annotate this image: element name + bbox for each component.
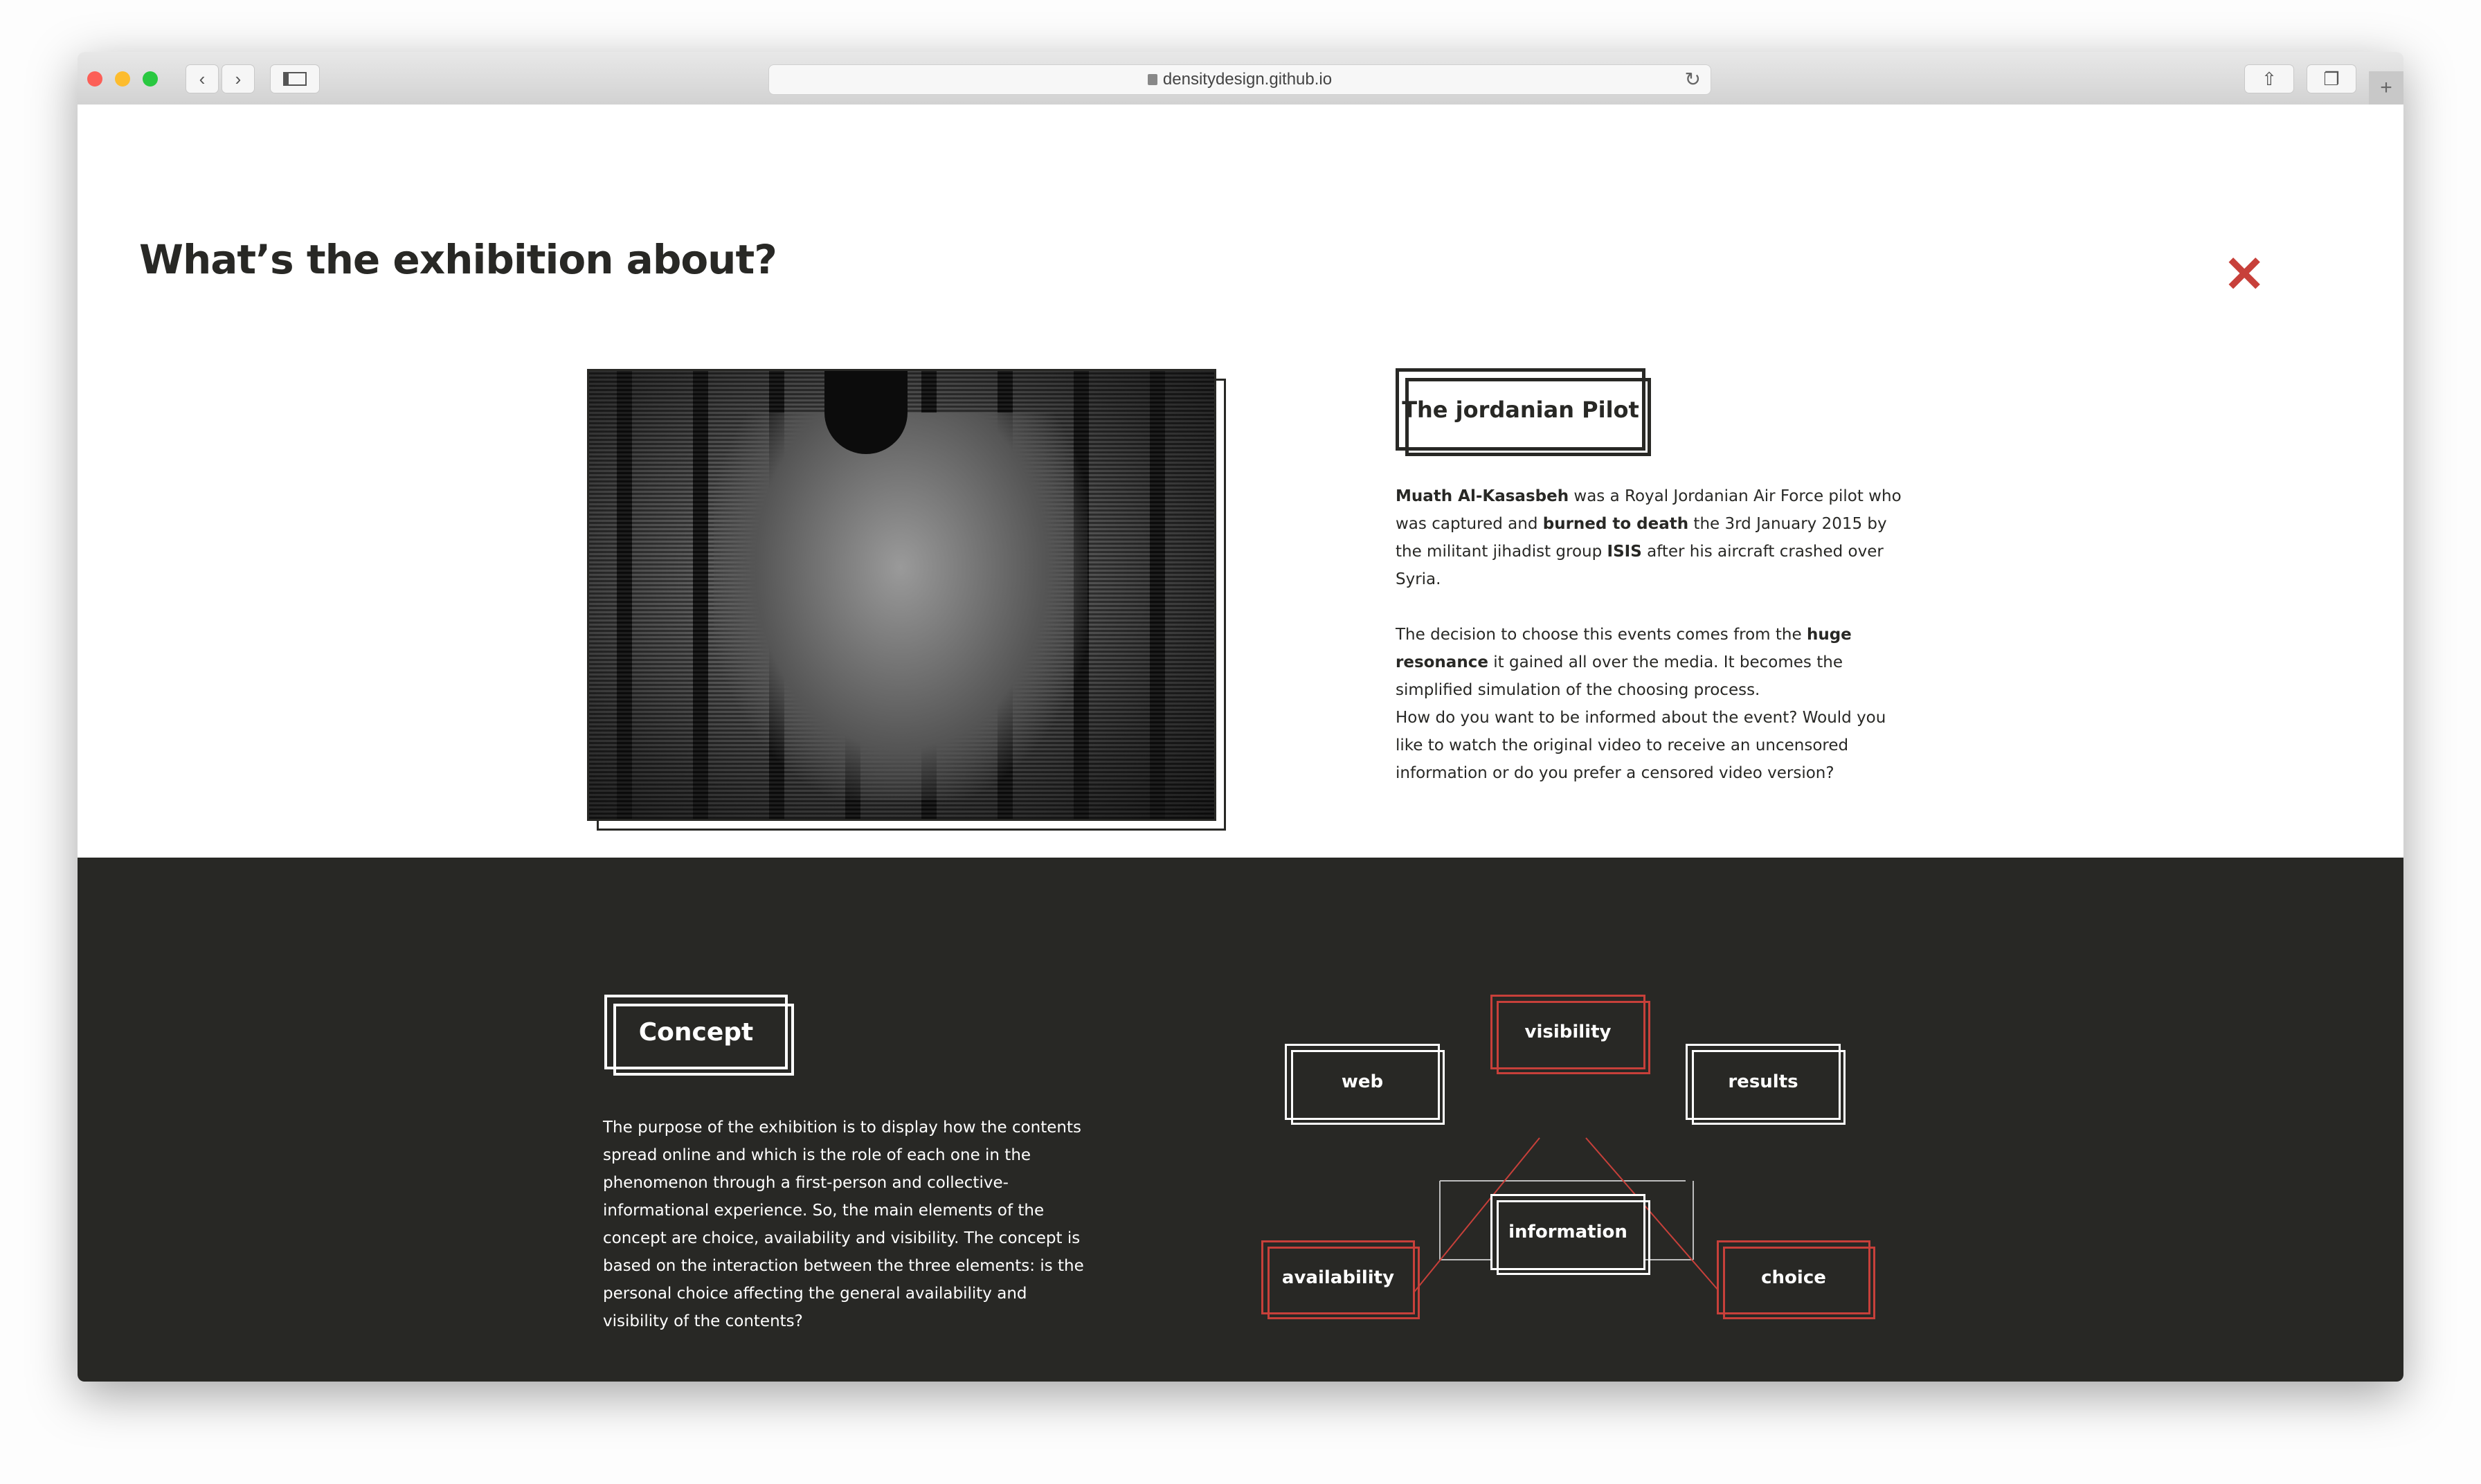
- pilot-heading: The jordanian Pilot: [1402, 396, 1639, 423]
- minimize-window-button[interactable]: [115, 71, 130, 87]
- back-icon: ‹: [199, 68, 206, 89]
- share-icon: ⇧: [2262, 68, 2277, 89]
- node-label: web: [1341, 1071, 1384, 1092]
- lock-icon: [1147, 74, 1157, 85]
- reload-icon[interactable]: ↻: [1685, 68, 1701, 91]
- node-label: visibility: [1524, 1022, 1612, 1042]
- pilot-heading-box: The jordanian Pilot: [1396, 368, 1651, 456]
- close-window-button[interactable]: [87, 71, 102, 87]
- tabs-icon: ❐: [2323, 68, 2340, 89]
- bold-isis: ISIS: [1607, 543, 1642, 561]
- share-button[interactable]: ⇧: [2244, 64, 2294, 93]
- node-results[interactable]: results: [1686, 1044, 1846, 1125]
- node-availability[interactable]: availability: [1261, 1240, 1420, 1319]
- new-tab-button[interactable]: +: [2369, 71, 2403, 105]
- pilot-photo: [587, 369, 1216, 821]
- about-section: What’s the exhibition about? ✕ The jorda…: [78, 105, 2403, 858]
- diagram-links: [1406, 1137, 1729, 1302]
- node-choice[interactable]: choice: [1717, 1240, 1875, 1319]
- sidebar-button[interactable]: [270, 64, 320, 93]
- close-x-icon[interactable]: ✕: [2223, 250, 2265, 300]
- text: The decision to choose this events comes…: [1396, 626, 1807, 644]
- address-bar[interactable]: densitydesign.github.io ↻: [768, 64, 1711, 95]
- node-information[interactable]: information: [1490, 1194, 1650, 1275]
- browser-toolbar: ‹ › densitydesign.github.io ↻ ⇧ ❐ +: [78, 52, 2403, 106]
- tabs-button[interactable]: ❐: [2307, 64, 2356, 93]
- bold-name: Muath Al-Kasasbeh: [1396, 487, 1569, 505]
- node-label: availability: [1281, 1267, 1395, 1288]
- pilot-paragraph-3: How do you want to be informed about the…: [1396, 709, 1886, 782]
- photo-figure: [714, 413, 1088, 800]
- node-label: choice: [1761, 1267, 1826, 1288]
- url-text: densitydesign.github.io: [1162, 70, 1333, 89]
- back-button[interactable]: ‹: [186, 64, 219, 93]
- forward-icon: ›: [235, 68, 242, 89]
- forward-button[interactable]: ›: [222, 64, 255, 93]
- page-content: What’s the exhibition about? ✕ The jorda…: [78, 105, 2403, 1382]
- node-visibility[interactable]: visibility: [1490, 995, 1650, 1074]
- photo-head: [824, 371, 908, 454]
- pilot-paragraph-2: The decision to choose this events comes…: [1396, 621, 1908, 704]
- concept-section: Concept The purpose of the exhibition is…: [78, 858, 2403, 1382]
- bold-phrase: burned to death: [1542, 515, 1689, 533]
- node-label: results: [1728, 1071, 1798, 1092]
- pilot-paragraph-1: Muath Al-Kasasbeh was a Royal Jordanian …: [1396, 482, 1908, 593]
- node-web[interactable]: web: [1285, 1044, 1445, 1125]
- page-title: What’s the exhibition about?: [139, 236, 777, 283]
- browser-window: ‹ › densitydesign.github.io ↻ ⇧ ❐ + What…: [78, 52, 2403, 1382]
- zoom-window-button[interactable]: [143, 71, 158, 87]
- node-label: information: [1508, 1222, 1627, 1242]
- sidebar-icon: [283, 72, 307, 86]
- new-tab-icon: +: [2380, 76, 2392, 99]
- pilot-description: Muath Al-Kasasbeh was a Royal Jordanian …: [1396, 482, 1908, 787]
